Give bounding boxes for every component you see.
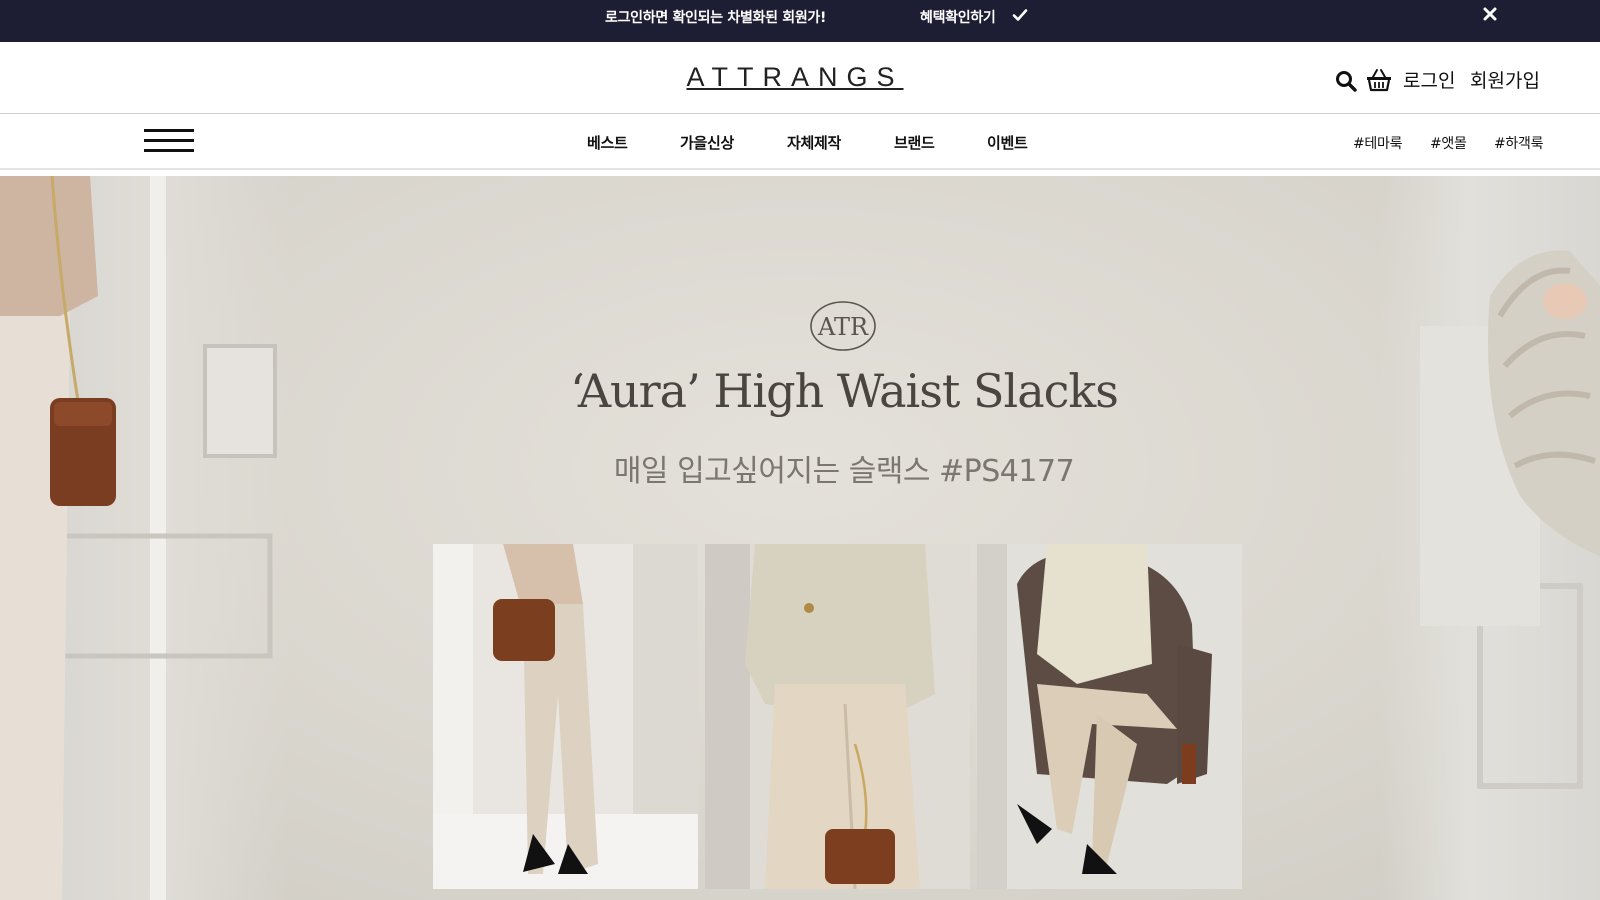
hero-title: ‘Aura’ High Waist Slacks (570, 364, 1119, 418)
atr-badge-icon: ATR (810, 301, 876, 351)
nav-item-autumn-new[interactable]: 가을신상 (680, 132, 734, 153)
product-photo-seated[interactable] (977, 544, 1242, 889)
hero-banner[interactable]: ATR ‘Aura’ High Waist Slacks 매일 입고싶어지는 슬… (0, 176, 1600, 900)
site-logo[interactable]: ATTRANGS (670, 62, 920, 93)
hero-left-model-image (0, 176, 290, 900)
tag-guest-look[interactable]: #하객룩 (1494, 133, 1543, 153)
nav-item-best[interactable]: 베스트 (587, 132, 628, 153)
badge-text: ATR (817, 313, 869, 341)
check-icon[interactable] (1012, 7, 1028, 23)
search-icon[interactable] (1335, 70, 1357, 92)
promo-text: 로그인하면 확인되는 차별화된 회원가! (605, 10, 827, 26)
hamburger-menu-icon[interactable] (144, 129, 194, 153)
tag-theme-look[interactable]: #테마룩 (1353, 133, 1402, 153)
nav-item-own-production[interactable]: 자체제작 (787, 132, 841, 153)
nav-item-brand[interactable]: 브랜드 (894, 132, 935, 153)
hero-subtitle: 매일 입고싶어지는 슬랙스 #PS4177 (613, 454, 1075, 489)
benefit-check-link[interactable]: 혜택확인하기 (920, 7, 996, 27)
nav-item-event[interactable]: 이벤트 (987, 132, 1028, 153)
login-link[interactable]: 로그인 (1403, 66, 1455, 93)
promo-bar: 로그인하면 확인되는 차별화된 회원가! 혜택확인하기 (0, 0, 1600, 42)
main-nav: 베스트 가을신상 자체제작 브랜드 이벤트 #테마룩 #앳몰 #하객룩 (0, 114, 1600, 170)
site-header: ATTRANGS 로그인 회원가입 (0, 42, 1600, 114)
cart-icon[interactable] (1366, 68, 1392, 92)
hero-right-model-image (1380, 176, 1600, 900)
signup-link[interactable]: 회원가입 (1470, 66, 1540, 93)
product-photo-jacket[interactable] (705, 544, 970, 889)
close-icon[interactable] (1481, 5, 1499, 23)
tag-at-mall[interactable]: #앳몰 (1430, 133, 1467, 153)
product-photo-standing[interactable] (433, 544, 698, 889)
